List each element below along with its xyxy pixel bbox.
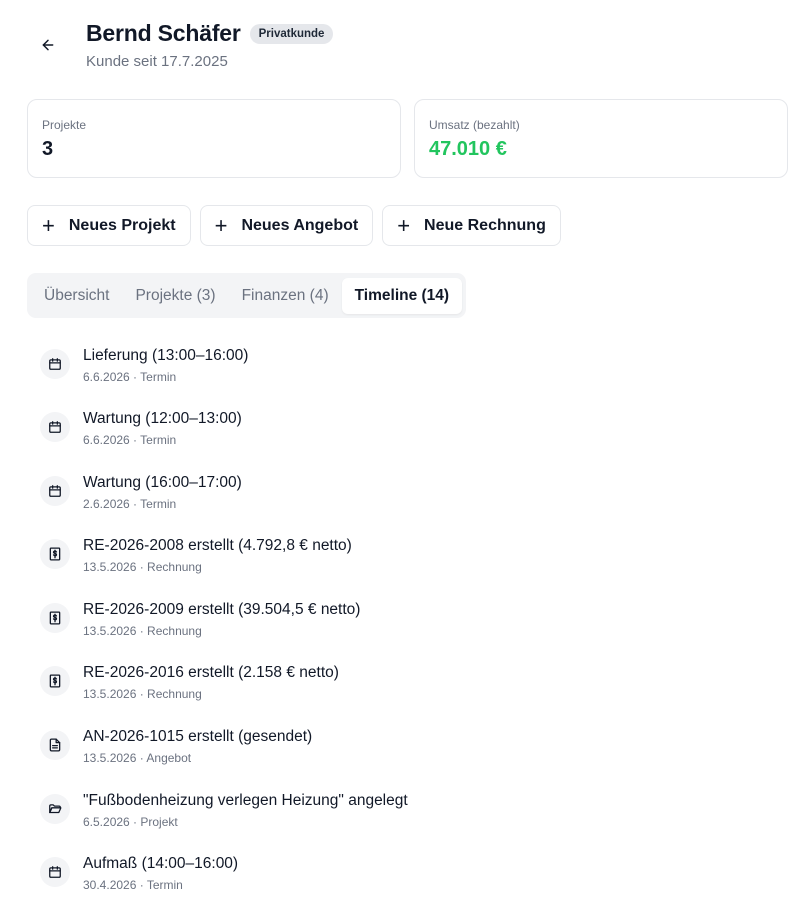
projects-stat-value: 3	[42, 138, 54, 160]
new-project-button[interactable]: + Neues Projekt	[27, 205, 191, 246]
projects-stat-card: Projekte 3	[27, 99, 401, 178]
timeline-item[interactable]: Lieferung (13:00–16:00) 6.6.2026 · Termi…	[0, 340, 793, 396]
timeline-item-title: RE-2026-2016 erstellt (2.158 € netto)	[83, 664, 339, 681]
calendar-icon	[40, 476, 70, 506]
folder-icon	[40, 794, 70, 824]
new-offer-button[interactable]: + Neues Angebot	[199, 205, 374, 246]
timeline-item-meta: 6.5.2026 · Projekt	[83, 815, 178, 829]
calendar-icon	[40, 857, 70, 887]
timeline-item[interactable]: RE-2026-2008 erstellt (4.792,8 € netto) …	[0, 530, 793, 586]
action-bar: + Neues Projekt + Neues Angebot + Neue R…	[27, 205, 561, 246]
tab-bar: Übersicht Projekte (3) Finanzen (4) Time…	[27, 273, 467, 318]
timeline-item-title: Aufmaß (14:00–16:00)	[83, 855, 239, 872]
calendar-icon	[40, 349, 70, 379]
timeline-item-meta: 6.6.2026 · Termin	[83, 370, 177, 384]
tab-projects[interactable]: Projekte (3)	[122, 278, 228, 314]
page-title: Bernd Schäfer	[86, 20, 241, 46]
arrow-left-icon	[40, 37, 56, 53]
plus-icon: +	[214, 212, 228, 238]
timeline-item-meta: 2.6.2026 · Termin	[83, 497, 177, 511]
document-icon	[40, 730, 70, 760]
timeline-item-meta: 13.5.2026 · Rechnung	[83, 560, 202, 574]
new-invoice-button[interactable]: + Neue Rechnung	[382, 205, 561, 246]
invoice-icon	[40, 539, 70, 569]
plus-icon: +	[42, 212, 55, 238]
customer-since: Kunde seit 17.7.2025	[86, 53, 228, 70]
tab-timeline[interactable]: Timeline (14)	[341, 277, 463, 314]
revenue-stat-value: 47.010 €	[429, 138, 507, 160]
timeline-item-title: Lieferung (13:00–16:00)	[83, 347, 249, 364]
customer-header: Bernd Schäfer Privatkunde Kunde seit 17.…	[0, 0, 793, 90]
projects-stat-label: Projekte	[42, 118, 87, 132]
timeline-item[interactable]: Wartung (16:00–17:00) 2.6.2026 · Termin	[0, 467, 793, 523]
invoice-icon	[40, 666, 70, 696]
customer-type-badge: Privatkunde	[249, 23, 334, 44]
timeline-item[interactable]: Aufmaß (14:00–16:00) 30.4.2026 · Termin	[0, 848, 793, 900]
timeline-item-meta: 30.4.2026 · Termin	[83, 878, 183, 892]
tab-overview[interactable]: Übersicht	[31, 278, 122, 314]
timeline-item[interactable]: RE-2026-2016 erstellt (2.158 € netto) 13…	[0, 657, 793, 713]
tab-finances[interactable]: Finanzen (4)	[229, 278, 342, 314]
plus-icon: +	[397, 212, 411, 238]
new-invoice-label: Neue Rechnung	[424, 216, 546, 234]
title-row: Bernd Schäfer Privatkunde	[86, 20, 334, 47]
timeline-item-title: RE-2026-2009 erstellt (39.504,5 € netto)	[83, 601, 361, 618]
timeline-item-title: AN-2026-1015 erstellt (gesendet)	[83, 728, 313, 745]
timeline-item[interactable]: "Fußbodenheizung verlegen Heizung" angel…	[0, 785, 793, 841]
timeline-item-meta: 6.6.2026 · Termin	[83, 433, 177, 447]
invoice-icon	[40, 603, 70, 633]
back-button[interactable]	[36, 33, 60, 57]
timeline-item-meta: 13.5.2026 · Rechnung	[83, 687, 202, 701]
timeline-item-meta: 13.5.2026 · Rechnung	[83, 624, 202, 638]
timeline-item[interactable]: AN-2026-1015 erstellt (gesendet) 13.5.20…	[0, 721, 793, 777]
timeline-item-title: Wartung (16:00–17:00)	[83, 474, 242, 491]
timeline-item[interactable]: RE-2026-2009 erstellt (39.504,5 € netto)…	[0, 594, 793, 650]
new-offer-label: Neues Angebot	[241, 216, 359, 234]
timeline-item[interactable]: Wartung (12:00–13:00) 6.6.2026 · Termin	[0, 403, 793, 459]
timeline-item-title: Wartung (12:00–13:00)	[83, 410, 242, 427]
calendar-icon	[40, 412, 70, 442]
timeline-item-meta: 13.5.2026 · Angebot	[83, 751, 192, 765]
timeline-item-title: RE-2026-2008 erstellt (4.792,8 € netto)	[83, 537, 352, 554]
new-project-label: Neues Projekt	[68, 216, 176, 234]
timeline-item-title: "Fußbodenheizung verlegen Heizung" angel…	[83, 792, 408, 809]
revenue-stat-card: Umsatz (bezahlt) 47.010 €	[414, 99, 788, 178]
revenue-stat-label: Umsatz (bezahlt)	[429, 118, 520, 132]
